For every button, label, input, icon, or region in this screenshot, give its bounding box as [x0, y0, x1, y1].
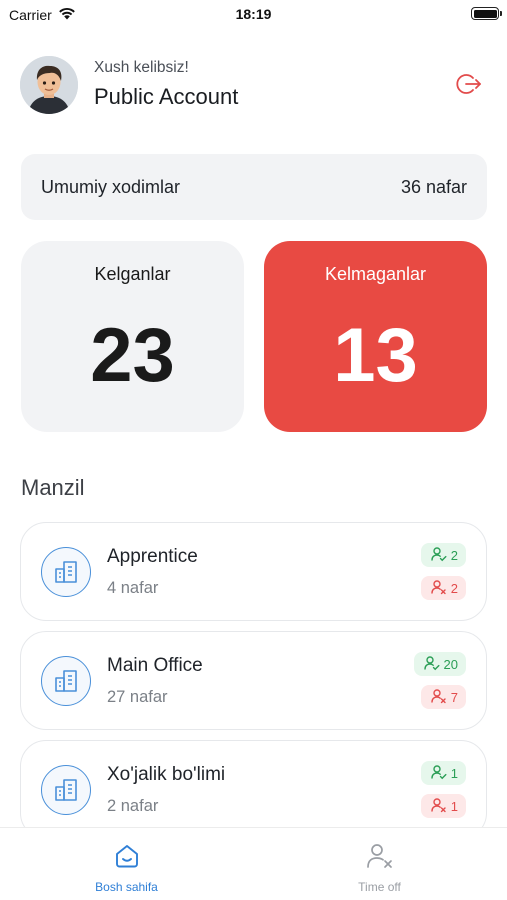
absent-count: 2	[450, 580, 458, 596]
user-x-icon	[431, 797, 447, 816]
tab-home[interactable]: Bosh sahifa	[0, 828, 253, 900]
absent-badge: 2	[420, 576, 466, 600]
location-card[interactable]: Xo'jalik bo'limi 2 nafar 1 1	[20, 740, 487, 839]
came-label: Kelganlar	[94, 264, 171, 284]
location-count: 27 nafar	[107, 688, 168, 706]
came-value: 23	[90, 313, 175, 398]
status-bar: Carrier 18:19	[0, 0, 507, 30]
building-icon	[41, 765, 91, 815]
came-card[interactable]: Kelganlar 23	[21, 241, 244, 432]
location-count: 4 nafar	[107, 579, 159, 597]
present-badge: 1	[420, 761, 466, 785]
status-time: 18:19	[235, 6, 272, 22]
present-badge: 20	[413, 652, 466, 676]
user-x-icon	[431, 579, 447, 598]
home-icon	[112, 841, 142, 871]
total-employees-value: 36 nafar	[400, 176, 467, 197]
location-card[interactable]: Apprentice 4 nafar 2 2	[20, 522, 487, 621]
total-employees-label: Umumiy xodimlar	[41, 176, 181, 197]
building-icon	[41, 547, 91, 597]
absent-card[interactable]: Kelmaganlar 13	[264, 241, 487, 432]
user-x-icon	[365, 841, 395, 871]
location-count: 2 nafar	[107, 797, 159, 815]
present-count: 2	[450, 547, 458, 563]
tab-time-off-label: Time off	[358, 880, 401, 894]
tab-home-label: Bosh sahifa	[95, 880, 158, 894]
battery-icon	[471, 7, 502, 20]
absent-value: 13	[333, 313, 418, 398]
logout-button[interactable]	[451, 68, 487, 104]
building-icon	[41, 656, 91, 706]
present-count: 1	[450, 765, 458, 781]
avatar[interactable]	[20, 56, 78, 114]
account-name: Public Account	[94, 84, 239, 109]
tab-time-off[interactable]: Time off	[253, 828, 506, 900]
location-name: Apprentice	[107, 546, 198, 567]
user-check-icon	[423, 655, 440, 674]
total-employees-card: Umumiy xodimlar 36 nafar	[21, 154, 487, 220]
location-card[interactable]: Main Office 27 nafar 20 7	[20, 631, 487, 730]
user-check-icon	[431, 546, 447, 565]
header: Xush kelibsiz! Public Account	[20, 54, 487, 116]
absent-badge: 1	[420, 794, 466, 818]
locations-title: Manzil	[21, 475, 85, 500]
present-count: 20	[443, 656, 458, 672]
location-name: Main Office	[107, 655, 203, 676]
greeting-text: Xush kelibsiz!	[94, 59, 189, 76]
present-badge: 2	[420, 543, 466, 567]
user-check-icon	[431, 764, 447, 783]
absent-count: 1	[450, 798, 458, 814]
absent-badge: 7	[420, 685, 466, 709]
absent-label: Kelmaganlar	[324, 264, 427, 284]
tab-bar: Bosh sahifa Time off	[0, 827, 507, 900]
absent-count: 7	[450, 689, 458, 705]
location-name: Xo'jalik bo'limi	[107, 764, 226, 785]
logout-icon	[455, 70, 483, 103]
user-x-icon	[431, 688, 447, 707]
